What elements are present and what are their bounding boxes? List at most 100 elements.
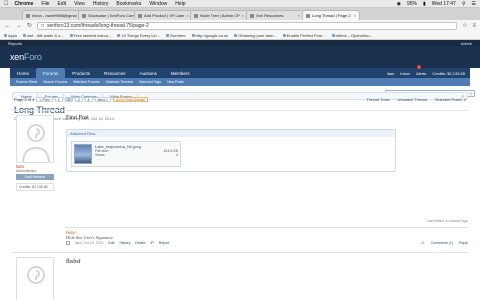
avatar[interactable]: [16, 257, 54, 300]
nav-products[interactable]: Products: [65, 68, 97, 78]
delete-link[interactable]: Delete: [135, 241, 145, 245]
menu-chrome[interactable]: Chrome: [15, 1, 34, 7]
edit-link[interactable]: Edit: [108, 241, 114, 245]
reports-link[interactable]: Reports: [8, 41, 22, 46]
battery-icon[interactable]: ▮: [423, 1, 426, 7]
wifi-icon[interactable]: ◉: [397, 1, 401, 7]
default-avatar-icon: [22, 124, 50, 162]
nav-auctions[interactable]: Auctions: [133, 68, 164, 78]
bookmark-item[interactable]: wst - rfdt water & s...: [23, 33, 64, 38]
nav-inbox[interactable]: Inbox: [400, 71, 410, 76]
main-nav: Home Forums Products Resources Auctions …: [10, 64, 470, 78]
close-icon[interactable]: ×: [354, 13, 356, 18]
report-link[interactable]: Report: [159, 241, 170, 245]
nav-members[interactable]: Members: [164, 68, 197, 78]
attachment[interactable]: Lake_majouruha_N2.jpeg File size: 514.5 K…: [71, 141, 181, 167]
bookmark-item[interactable]: Gumtree: [166, 33, 186, 38]
xenforo-favicon-icon: [250, 13, 254, 18]
post-author-date[interactable]: liam, Oct 15, 2014: [75, 241, 103, 245]
subnav-new-posts[interactable]: New Posts: [167, 80, 184, 84]
tab-showcase[interactable]: Showcase | XenForo Com×: [78, 10, 136, 20]
bookmark-label: Enable Perfect Fore...: [286, 32, 326, 38]
alerts-count-badge: 1: [417, 64, 422, 69]
nav-forums[interactable]: Forums: [36, 68, 66, 78]
spotlight-icon[interactable]: ⚲: [462, 1, 466, 7]
close-icon[interactable]: ×: [298, 13, 300, 18]
menu-window[interactable]: Window: [149, 1, 167, 7]
clock[interactable]: Wed 17:47: [432, 1, 456, 7]
address-bar[interactable]: □ xenforo13.com/threads/long-thread.75/p…: [37, 21, 458, 30]
browser-toolbar: ← → ↻ □ xenforo13.com/threads/long-threa…: [0, 20, 480, 31]
nav-alerts[interactable]: 1 Alerts: [416, 64, 426, 76]
reload-icon[interactable]: ↻: [26, 22, 33, 29]
nav-home[interactable]: Home: [10, 68, 36, 78]
ip-link[interactable]: IP: [150, 241, 153, 245]
page-1[interactable]: 1: [54, 97, 63, 102]
menu-bookmarks[interactable]: Bookmarks: [116, 1, 141, 7]
thread-tools-menu[interactable]: Thread Tools: [367, 97, 390, 102]
tab-xen-resources[interactable]: Xen Resources ×: [246, 10, 304, 20]
tab-label: Node Tree | Admin CP: [200, 13, 240, 18]
selected-posts-link[interactable]: Selected Posts: 0: [435, 97, 466, 102]
post: fbsbsf: [12, 252, 468, 300]
avatar[interactable]: [16, 115, 54, 163]
page-next[interactable]: Next >: [94, 97, 111, 102]
subnav-forums-read[interactable]: Forums Read: [16, 80, 37, 84]
nav-username[interactable]: liam: [387, 71, 394, 76]
page-3[interactable]: 3: [74, 97, 83, 102]
back-icon[interactable]: ←: [4, 23, 11, 29]
hide-signature-link[interactable]: Hide this User's Signature: [66, 235, 468, 240]
page-label: Page 2 of 4: [14, 97, 35, 102]
close-icon[interactable]: ×: [186, 13, 188, 18]
tab-node-tree[interactable]: Node Tree | Admin CP ×: [190, 10, 248, 20]
apple-icon[interactable]: : [4, 1, 9, 7]
post-message: First Post Attached Files: Lake_majouruh…: [66, 115, 468, 245]
nav-credits[interactable]: Credits: $2,135.65: [432, 71, 465, 76]
post-body-text: First Post: [66, 115, 89, 121]
go-to-first-unread[interactable]: Go to First Unread: [112, 97, 148, 102]
search-icon[interactable]: ⚲: [469, 91, 472, 96]
bookmark-item[interactable]: Enable Perfect Fore...: [282, 32, 326, 38]
tab-long-thread[interactable]: Long Thread | Page 2 ×: [302, 10, 360, 20]
bookmark-item[interactable]: Free student haircu...: [69, 33, 111, 38]
admin-link[interactable]: Admin: [461, 41, 472, 46]
tab-inbox[interactable]: Inbox - rawel9988@gmai×: [22, 10, 80, 20]
bookmark-item[interactable]: Obtaining pure adm...: [234, 32, 277, 38]
page-icon: □: [41, 22, 45, 29]
bookmark-star-icon[interactable]: ☆: [461, 22, 468, 29]
post: liam Administrator Staff Member Credits:…: [12, 110, 468, 250]
site-logo[interactable]: xenForo: [10, 52, 42, 62]
bookmark-item[interactable]: Apps: [4, 33, 17, 38]
logo-part: Foro: [23, 52, 42, 62]
close-icon[interactable]: ×: [242, 13, 244, 18]
bookmark-icon: [117, 33, 121, 37]
page-4[interactable]: 4: [84, 97, 93, 102]
unwatch-thread-link[interactable]: Unwatch Thread: [398, 97, 427, 102]
history-link[interactable]: History: [119, 241, 130, 245]
menu-history[interactable]: History: [93, 1, 109, 7]
forward-icon[interactable]: →: [15, 23, 22, 29]
bookmark-item[interactable]: reflect – Openvbou...: [331, 33, 373, 38]
subnav-watched-threads[interactable]: Watched Threads: [106, 80, 133, 84]
menu-help[interactable]: Help: [175, 1, 185, 7]
bookmark-item[interactable]: http://google.co.uk: [191, 33, 228, 38]
page-prev[interactable]: < Prev: [36, 97, 53, 102]
menu-view[interactable]: View: [74, 1, 85, 7]
menu-edit[interactable]: Edit: [57, 1, 66, 7]
menu-file[interactable]: File: [41, 1, 49, 7]
notification-center-icon[interactable]: ☰: [472, 1, 476, 7]
reply-link[interactable]: Reply: [459, 241, 468, 245]
post-number[interactable]: #1: [421, 241, 425, 245]
attachment-thumbnail[interactable]: [74, 144, 92, 164]
page-2[interactable]: 2: [64, 97, 73, 102]
bookmark-label: Obtaining pure adm...: [238, 32, 277, 38]
subnav-search-forums[interactable]: Search Forums: [43, 80, 67, 84]
tab-add-product[interactable]: Add Product | XF Liam ×: [134, 10, 192, 20]
comments-link[interactable]: Comments (1): [431, 241, 453, 245]
chrome-menu-icon[interactable]: ≡: [472, 23, 476, 29]
subnav-watched-forums[interactable]: Watched Forums: [73, 80, 100, 84]
subnav-watched-tags[interactable]: Watched Tags: [139, 80, 161, 84]
nav-resources[interactable]: Resources: [97, 68, 133, 78]
bookmark-item[interactable]: 10 Things Every Lin...: [117, 33, 160, 38]
select-post-checkbox[interactable]: [66, 241, 70, 245]
